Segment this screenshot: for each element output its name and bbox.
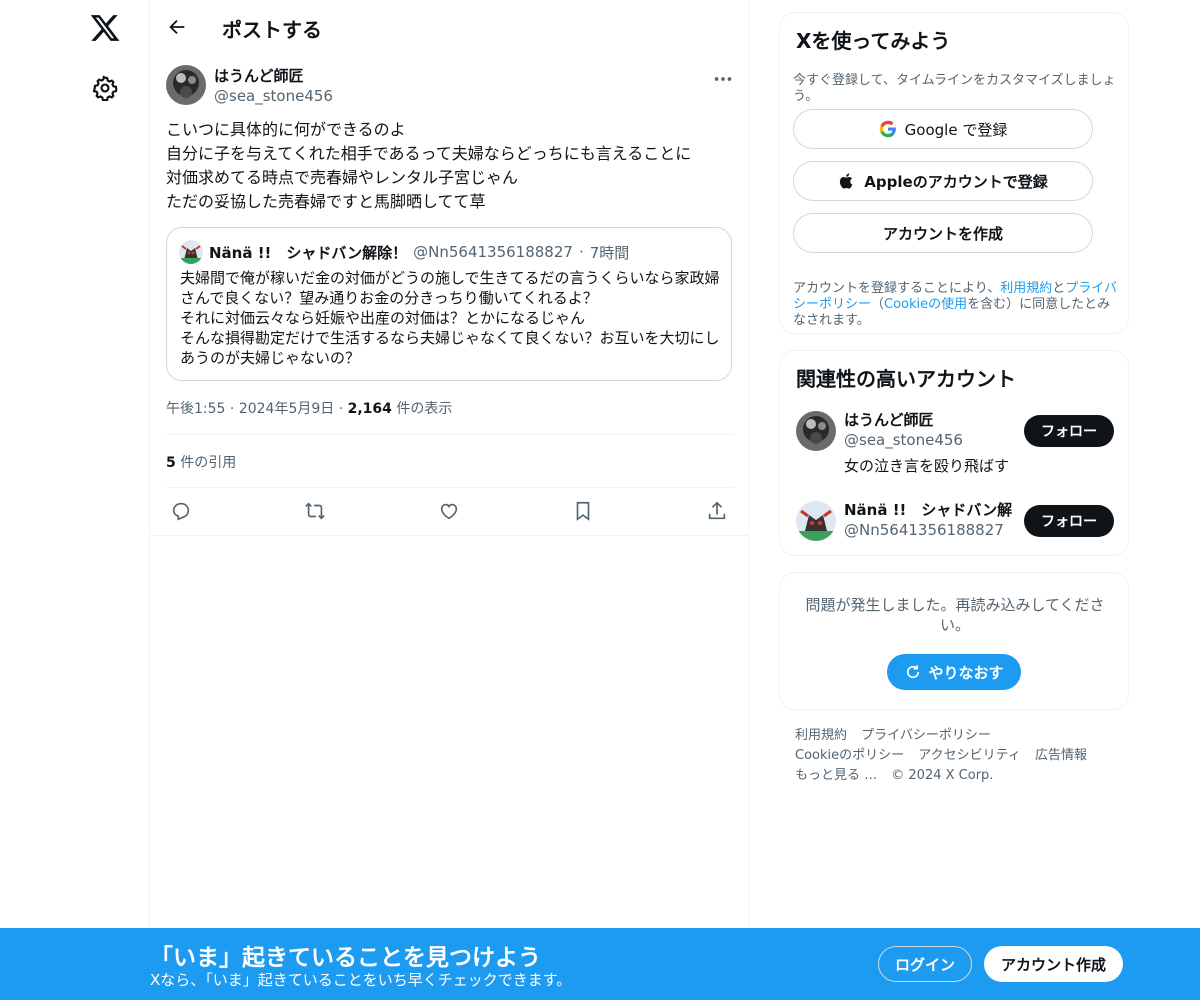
account-handle: @Nn5641356188827 [844,521,1004,539]
share-icon [708,501,726,520]
divider [166,487,734,488]
author-handle[interactable]: @sea_stone456 [214,87,333,105]
retry-label: やりなおす [928,663,1004,682]
follow-button[interactable]: フォロー [1024,415,1114,447]
avatar[interactable] [166,65,206,105]
follow-button[interactable]: フォロー [1024,505,1114,537]
x-logo-icon[interactable] [89,12,121,44]
legal-text: アカウントを登録することにより、 [793,281,1001,296]
divider [166,434,734,435]
banner-signup-button[interactable]: アカウント作成 [984,946,1123,982]
quoted-post-age: 7時間 [589,243,630,262]
signup-card: Xを使ってみよう 今すぐ登録して、タイムラインをカスタマイズしましょう。 Goo… [779,12,1129,334]
action-bar [166,498,734,524]
quotes-count[interactable]: 5 件の引用 [166,452,236,472]
account-bio: 女の泣き言を殴り飛ばす [844,457,1010,475]
main-column: ポストする はうんど師匠 @sea_stone456 こいつに具体的に何ができる… [150,0,749,1000]
post-text: こいつに具体的に何ができるのよ 自分に子を与えてくれた相手であるって夫婦ならどっ… [166,120,692,211]
footer-link-ads[interactable]: 広告情報 [1035,748,1087,763]
legal-text: （ [871,297,885,312]
retweet-button[interactable] [302,498,328,524]
like-button[interactable] [436,498,462,524]
back-arrow-icon[interactable] [166,16,188,38]
reply-icon [172,502,190,521]
views-count: 2,164 [347,401,392,417]
reply-button[interactable] [168,498,194,524]
post-date[interactable]: 2024年5月9日 [239,401,334,417]
avatar [796,411,836,451]
footer-link-terms[interactable]: 利用規約 [795,728,847,743]
page-title: ポストする [222,18,322,42]
related-accounts-card: 関連性の高いアカウント はうんど師匠 @sea_stone456 女の泣き言を殴… [779,350,1129,556]
avatar [796,501,836,541]
account-name: はうんど師匠 [844,411,934,429]
account-name: Nänä !! シャドバン解除 [844,501,1012,519]
left-nav [0,0,150,1000]
create-account-label: アカウントを作成 [882,224,1003,243]
views-label: 件の表示 [396,401,453,417]
quoted-post-header: Nänä !! シャドバン解除！ @Nn5641356188827 · 7時間 [179,240,629,264]
quotes-label: 件の引用 [180,455,237,471]
error-card: 問題が発生しました。再読み込みしてください。 やりなおす [779,572,1129,710]
footer-link-cookie[interactable]: Cookieのポリシー [795,748,904,763]
banner-subtext: Xなら、「いま」起きていることをいち早くチェックできます。 [150,971,572,989]
account-handle: @sea_stone456 [844,431,963,449]
avatar [179,240,203,264]
separator-dot: · [338,401,348,417]
separator-dot: · [229,401,239,417]
retry-button[interactable]: やりなおす [887,654,1021,690]
quoted-post-text: 夫婦間で俺が稼いだ金の対価がどうの施しで生きてるだの言うくらいなら家政婦さんで良… [180,269,720,367]
post-author: はうんど師匠 @sea_stone456 [166,64,734,108]
create-account-button[interactable]: アカウントを作成 [793,213,1093,253]
signup-banner: 「いま」起きていることを見つけよう Xなら、「いま」起きていることをいち早くチェ… [0,928,1200,1000]
author-name[interactable]: はうんど師匠 [214,65,304,86]
apple-signup-button[interactable]: Appleのアカウントで登録 [793,161,1093,201]
quotes-number: 5 [166,455,176,471]
more-icon[interactable] [712,68,734,90]
footer-link-privacy[interactable]: プライバシーポリシー [861,728,991,743]
account-item[interactable]: Nänä !! シャドバン解除 @Nn5641356188827 フォロー [796,499,1114,561]
google-signup-button[interactable]: Google で登録 [793,109,1093,149]
footer-link-accessibility[interactable]: アクセシビリティ [918,748,1021,763]
legal-text: と [1052,281,1066,296]
signup-description: 今すぐ登録して、タイムラインをカスタマイズしましょう。 [793,73,1116,104]
retweet-icon [305,502,325,520]
error-message: 問題が発生しました。再読み込みしてください。 [805,596,1105,634]
footer-link-more[interactable]: もっと見る … [795,768,877,783]
sidebar-footer: 利用規約 プライバシーポリシー Cookieのポリシー アクセシビリティ 広告情… [795,726,1115,786]
quoted-author-handle: @Nn5641356188827 [413,243,573,261]
divider [150,535,749,536]
bookmark-icon [576,501,590,521]
legal-notice: アカウントを登録することにより、利用規約とプライバシーポリシー（Cookieの使… [793,281,1118,329]
login-button[interactable]: ログイン [878,946,972,982]
gear-icon[interactable] [92,75,118,101]
quoted-post[interactable]: Nänä !! シャドバン解除！ @Nn5641356188827 · 7時間 … [166,227,732,381]
separator-dot: · [578,243,584,261]
related-title: 関連性の高いアカウント [796,367,1016,391]
google-icon [879,120,896,138]
apple-signup-label: Appleのアカウントで登録 [864,172,1048,191]
terms-link[interactable]: 利用規約 [1000,281,1052,296]
refresh-icon [907,665,920,679]
post-header: ポストする [150,0,748,53]
share-button[interactable] [704,498,730,524]
post-meta: 午後1:55 · 2024年5月9日 · 2,164 件の表示 [166,398,452,418]
google-signup-label: Google で登録 [904,120,1008,139]
cookie-link[interactable]: Cookieの使用 [884,297,967,312]
quoted-author-name: Nänä !! シャドバン解除！ [209,243,408,262]
copyright: © 2024 X Corp. [891,768,994,783]
banner-heading: 「いま」起きていることを見つけよう [150,945,541,971]
post-time[interactable]: 午後1:55 [166,401,225,417]
signup-title: Xを使ってみよう [796,29,951,53]
apple-icon [840,173,853,189]
bookmark-button[interactable] [570,498,596,524]
account-item[interactable]: はうんど師匠 @sea_stone456 女の泣き言を殴り飛ばす フォロー [796,409,1114,475]
like-icon [440,503,458,520]
